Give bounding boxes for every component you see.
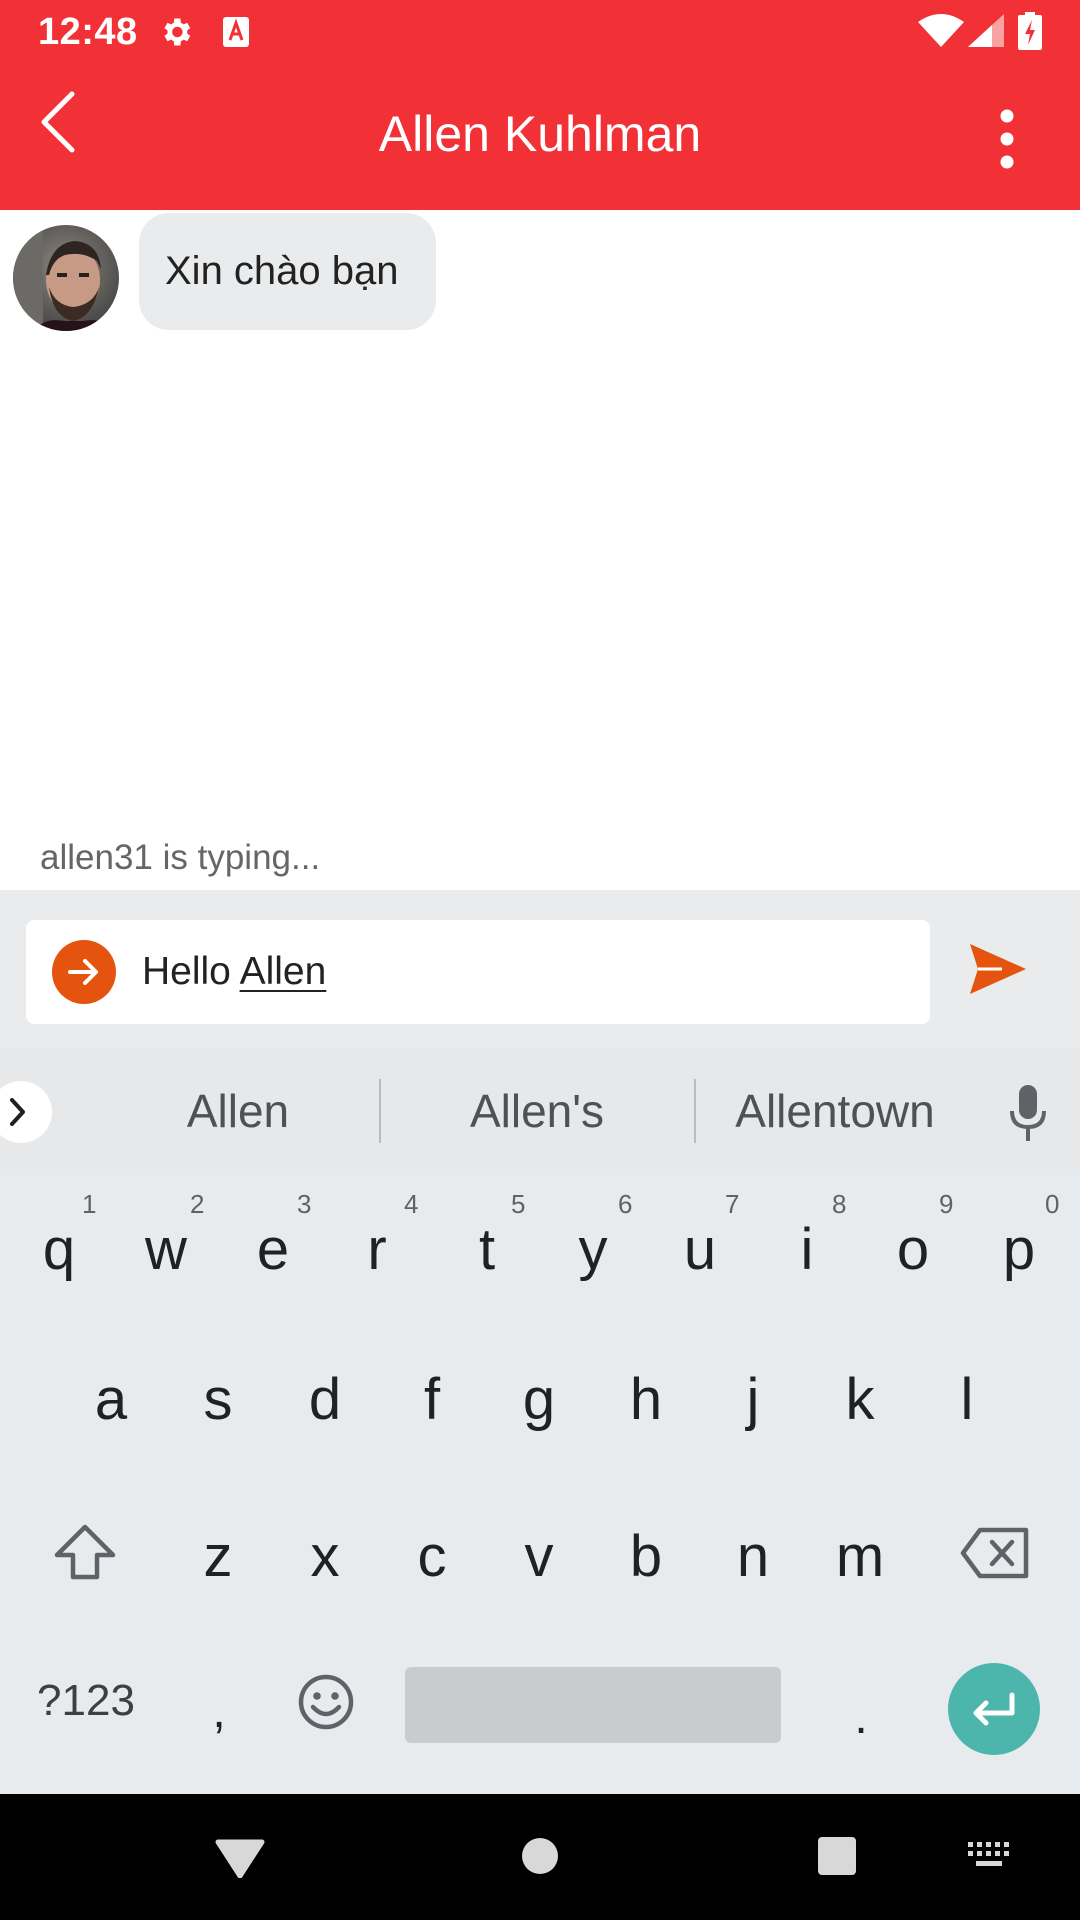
key-d[interactable]: d	[282, 1365, 368, 1435]
more-vert-icon	[1000, 109, 1014, 169]
font-a-icon	[222, 16, 250, 53]
send-button[interactable]	[966, 940, 1030, 998]
status-bar: 12:48	[0, 0, 1080, 62]
enter-key[interactable]	[948, 1663, 1040, 1755]
key-hint-7: 7	[725, 1189, 740, 1219]
home-circle-icon[interactable]	[520, 1836, 560, 1876]
voice-input-button[interactable]	[1006, 1083, 1050, 1143]
key-h[interactable]: h	[603, 1365, 689, 1435]
key-o[interactable]: o	[870, 1215, 956, 1285]
key-z[interactable]: z	[175, 1522, 261, 1592]
key-hint-1: 1	[82, 1189, 97, 1219]
status-time: 12:48	[38, 11, 138, 53]
keyboard-switch-icon[interactable]	[968, 1842, 1010, 1870]
avatar[interactable]	[13, 225, 119, 331]
input-composing-word: Allen	[239, 950, 327, 993]
message-input-text: Hello Allen	[142, 947, 326, 997]
page-title: Allen Kuhlman	[378, 106, 702, 162]
key-u[interactable]: u	[657, 1215, 743, 1285]
key-s[interactable]: s	[175, 1365, 261, 1435]
emoji-icon	[298, 1674, 354, 1730]
keyboard: Allen Allen's Allentown q w e r t y u i …	[0, 1047, 1080, 1794]
key-a[interactable]: a	[68, 1365, 154, 1435]
key-hint-5: 5	[511, 1189, 526, 1219]
suggestion-divider	[379, 1079, 381, 1143]
key-hint-3: 3	[297, 1189, 312, 1219]
shift-icon	[54, 1524, 116, 1580]
more-options-button[interactable]	[980, 104, 1030, 174]
emoji-key[interactable]	[296, 1667, 356, 1737]
expand-suggestions-button[interactable]	[0, 1081, 52, 1143]
key-hint-6: 6	[618, 1189, 633, 1219]
send-icon	[970, 944, 1026, 994]
key-r[interactable]: r	[334, 1215, 420, 1285]
chevron-right-icon	[10, 1098, 25, 1126]
app-bar: Allen Kuhlman	[0, 62, 1080, 210]
key-hint-2: 2	[190, 1189, 205, 1219]
key-c[interactable]: c	[389, 1522, 475, 1592]
suggestion-1[interactable]: Allen	[138, 1083, 338, 1139]
key-g[interactable]: g	[496, 1365, 582, 1435]
key-hint-0: 0	[1045, 1189, 1060, 1219]
key-t[interactable]: t	[444, 1215, 530, 1285]
key-j[interactable]: j	[710, 1365, 796, 1435]
suggestion-2[interactable]: Allen's	[422, 1083, 652, 1139]
message-input[interactable]: Hello Allen	[26, 920, 930, 1024]
key-hint-8: 8	[832, 1189, 847, 1219]
message-composer: Hello Allen	[0, 890, 1080, 1047]
key-k[interactable]: k	[817, 1365, 903, 1435]
key-n[interactable]: n	[710, 1522, 796, 1592]
key-b[interactable]: b	[603, 1522, 689, 1592]
backspace-key[interactable]	[950, 1513, 1040, 1593]
comma-key[interactable]: ,	[176, 1677, 262, 1747]
key-e[interactable]: e	[230, 1215, 316, 1285]
suggestion-divider	[694, 1079, 696, 1143]
key-m[interactable]: m	[817, 1522, 903, 1592]
return-icon	[973, 1692, 1015, 1726]
message-bubble[interactable]: Xin chào bạn	[139, 213, 436, 330]
back-triangle-icon[interactable]	[214, 1838, 266, 1878]
key-v[interactable]: v	[496, 1522, 582, 1592]
symbols-key[interactable]: ?123	[22, 1671, 150, 1731]
back-button[interactable]	[30, 82, 100, 162]
suggestion-strip: Allen Allen's Allentown	[0, 1047, 1080, 1169]
key-i[interactable]: i	[764, 1215, 850, 1285]
key-w[interactable]: w	[123, 1215, 209, 1285]
key-l[interactable]: l	[924, 1365, 1010, 1435]
space-key[interactable]	[405, 1667, 781, 1743]
header: 12:48 Allen Kuhlman	[0, 0, 1080, 210]
key-f[interactable]: f	[389, 1365, 475, 1435]
key-q[interactable]: q	[16, 1215, 102, 1285]
mic-icon	[1010, 1085, 1046, 1141]
input-value-prefix: Hello	[142, 950, 240, 993]
key-y[interactable]: y	[550, 1215, 636, 1285]
period-key[interactable]: .	[818, 1683, 904, 1753]
typing-indicator: allen31 is typing...	[40, 838, 321, 877]
key-p[interactable]: p	[976, 1215, 1062, 1285]
shift-key[interactable]	[40, 1513, 130, 1593]
key-hint-9: 9	[939, 1189, 954, 1219]
arrow-right-circle-icon[interactable]	[52, 940, 116, 1004]
battery-charging-icon	[1018, 12, 1042, 55]
key-hint-4: 4	[404, 1189, 419, 1219]
recents-square-icon[interactable]	[817, 1836, 857, 1876]
chevron-left-icon	[41, 91, 75, 153]
message-row: Xin chào bạn	[0, 210, 1080, 340]
wifi-icon	[918, 14, 964, 53]
backspace-icon	[960, 1527, 1029, 1579]
system-nav-bar	[0, 1794, 1080, 1920]
suggestion-3[interactable]: Allentown	[720, 1083, 950, 1139]
settings-icon	[158, 14, 194, 55]
key-x[interactable]: x	[282, 1522, 368, 1592]
signal-icon	[968, 14, 1004, 53]
